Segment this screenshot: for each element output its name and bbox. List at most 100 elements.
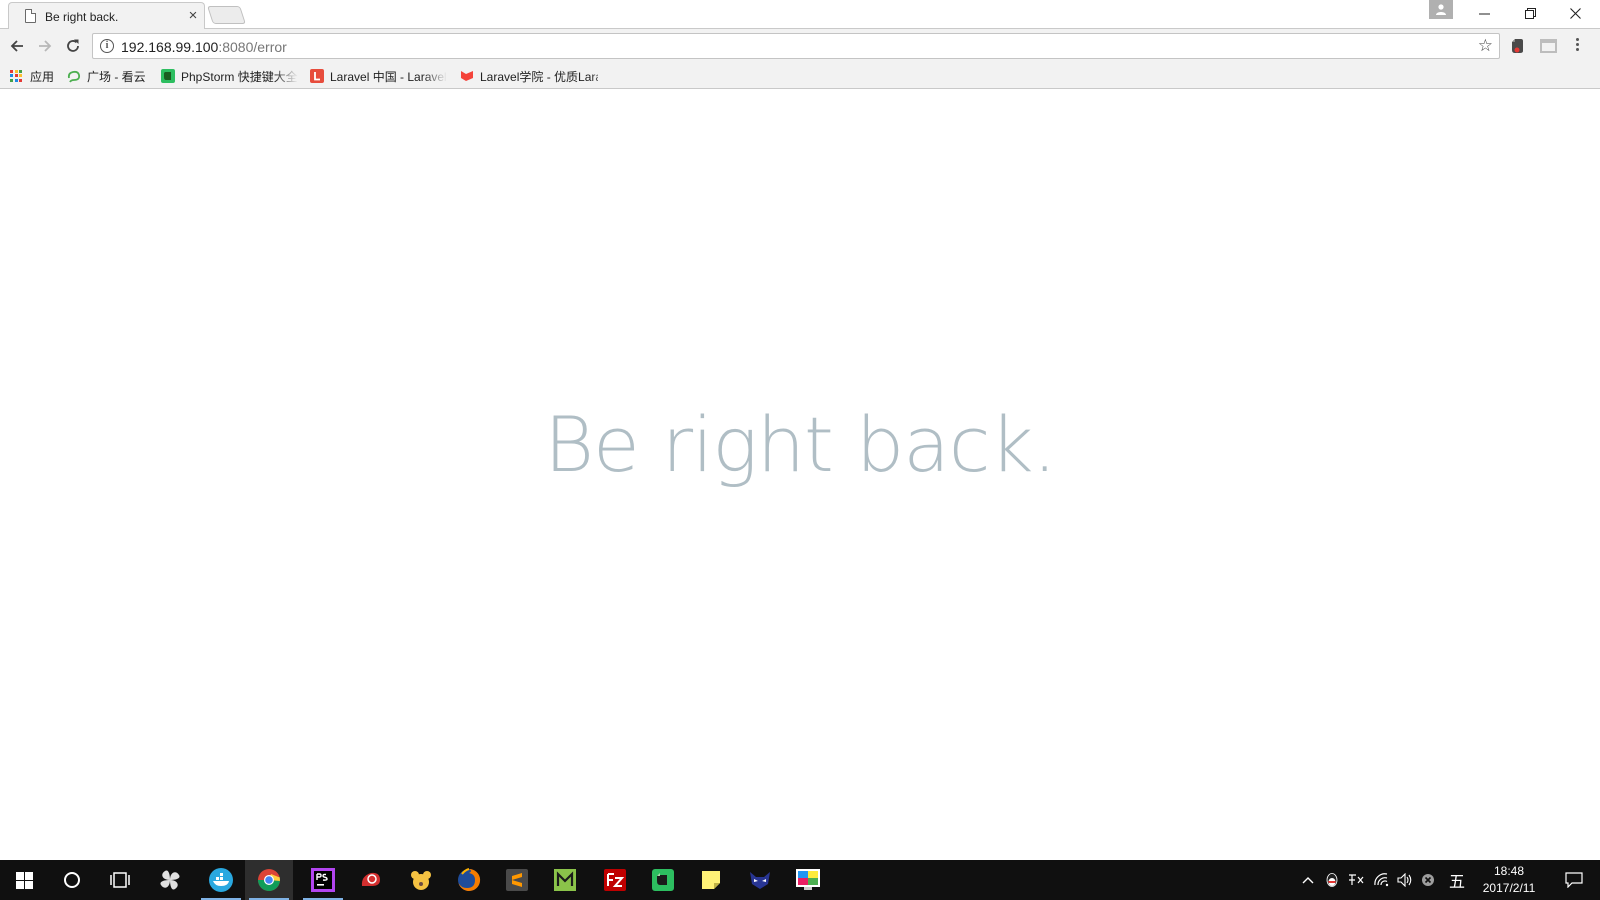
bookmark-label: PhpStorm 快捷键大全 — [181, 69, 298, 84]
reload-icon — [67, 39, 79, 52]
chrome-icon — [257, 869, 280, 892]
taskbar-app-snail[interactable] — [347, 860, 395, 900]
info-icon[interactable]: i — [100, 39, 114, 53]
extension-icon[interactable] — [1540, 39, 1557, 53]
bookmark-label: 广场 - 看云 — [87, 69, 146, 84]
page-favicon-icon — [25, 9, 36, 23]
bear-app-icon — [411, 871, 431, 890]
pinwheel-app-icon — [160, 870, 180, 890]
tray-ime-mode[interactable]: 五 — [1444, 860, 1470, 900]
bookmark-star-icon[interactable]: ☆ — [1478, 37, 1493, 55]
taskbar-app-firefox[interactable] — [445, 860, 493, 900]
window-restore-button[interactable] — [1507, 0, 1553, 27]
hero-mask-icon — [750, 872, 770, 889]
window-minimize-button[interactable] — [1461, 0, 1507, 27]
color-monitor-icon — [796, 869, 820, 890]
url-text: 192.168.99.100:8080/error — [121, 39, 287, 55]
taskbar-app-evernote[interactable] — [639, 860, 687, 900]
taskbar-app-sticky-notes[interactable] — [687, 860, 735, 900]
restore-icon — [1524, 8, 1536, 19]
taskbar-app-docker[interactable] — [197, 860, 245, 900]
bookmarks-bar: 应用 广场 - 看云 PhpStorm 快捷键大全 Laravel 中国 - L… — [0, 63, 1600, 89]
taskbar-app-color-monitor[interactable] — [784, 860, 832, 900]
wifi-icon — [1374, 873, 1389, 887]
profile-avatar-button[interactable] — [1429, 0, 1453, 19]
address-bar[interactable]: i 192.168.99.100:8080/error ☆ — [92, 33, 1500, 59]
ime-icon — [1349, 874, 1364, 885]
action-center-button[interactable] — [1556, 860, 1592, 900]
notification-icon — [1565, 872, 1583, 888]
kancloud-icon — [67, 69, 81, 83]
browser-toolbar: i 192.168.99.100:8080/error ☆ — [0, 29, 1600, 63]
window-close-button[interactable] — [1552, 0, 1598, 27]
taskbar-app-hero[interactable] — [736, 860, 784, 900]
docker-icon — [209, 868, 233, 892]
bookmark-apps[interactable]: 应用 — [10, 66, 60, 86]
bookmark-label: 应用 — [30, 69, 55, 84]
new-tab-button[interactable] — [207, 6, 246, 24]
taskbar-app-chrome[interactable] — [245, 860, 293, 900]
evernote-icon — [652, 869, 674, 891]
bookmark-laravel-china[interactable]: Laravel 中国 - Laravel — [310, 66, 448, 86]
tab-title: Be right back. — [45, 10, 119, 24]
tray-wifi[interactable] — [1369, 860, 1393, 900]
firefox-icon — [458, 868, 481, 891]
taskbar-app-markdown[interactable] — [541, 860, 589, 900]
person-icon — [1436, 4, 1446, 15]
tray-network-off[interactable] — [1416, 860, 1440, 900]
start-button[interactable] — [0, 860, 48, 900]
taskbar-app-phpstorm[interactable] — [299, 860, 347, 900]
sublime-text-icon — [506, 869, 528, 891]
taskbar-app-pinwheel[interactable] — [146, 860, 194, 900]
bookmark-label: Laravel 中国 - Laravel — [330, 69, 447, 84]
windows-taskbar: 五 18:48 2017/2/11 — [0, 860, 1600, 900]
markdown-editor-icon — [554, 869, 576, 891]
forward-icon — [39, 40, 52, 52]
chevron-up-icon — [1302, 877, 1314, 884]
taskbar-app-sublime[interactable] — [493, 860, 541, 900]
tab-strip: Be right back. × — [0, 0, 1600, 30]
forward-button[interactable] — [33, 34, 57, 58]
clock-time: 18:48 — [1493, 864, 1525, 878]
tray-qq-button[interactable] — [1321, 860, 1343, 900]
tray-show-hidden-button[interactable] — [1298, 860, 1318, 900]
menu-icon[interactable] — [1574, 38, 1580, 54]
phpstorm-icon — [311, 868, 335, 892]
qq-penguin-icon — [1326, 873, 1338, 887]
taskbar-app-bear[interactable] — [397, 860, 445, 900]
start-icon — [15, 871, 33, 889]
page-content: Be right back. — [0, 90, 1600, 860]
tab-close-button[interactable]: × — [185, 7, 201, 25]
url-path: :8080/error — [218, 39, 287, 55]
evernote-extension-icon[interactable] — [1509, 38, 1525, 54]
evernote-icon — [161, 69, 175, 83]
task-view-button[interactable] — [96, 860, 144, 900]
tray-ime-language[interactable] — [1344, 860, 1368, 900]
back-button[interactable] — [5, 34, 29, 58]
clock-date: 2017/2/11 — [1482, 881, 1536, 895]
close-icon — [1569, 8, 1581, 19]
reload-button[interactable] — [61, 34, 85, 58]
tab-active[interactable]: Be right back. × — [8, 2, 205, 29]
cortana-icon — [64, 872, 80, 888]
bookmark-laravel-academy[interactable]: Laravel学院 - 优质Laravel — [460, 66, 598, 86]
url-host: 192.168.99.100 — [121, 39, 219, 55]
laravel-l-icon — [310, 69, 324, 83]
circle-x-icon — [1422, 874, 1434, 886]
bookmark-kancloud[interactable]: 广场 - 看云 — [67, 66, 152, 86]
cortana-button[interactable] — [48, 860, 96, 900]
filezilla-icon — [604, 869, 626, 891]
task-view-icon — [110, 872, 130, 888]
taskbar-app-filezilla[interactable] — [591, 860, 639, 900]
apps-grid-icon — [10, 69, 24, 83]
tray-volume[interactable] — [1393, 860, 1417, 900]
minimize-icon — [1478, 13, 1490, 15]
bookmark-label: Laravel学院 - 优质Laravel — [480, 69, 598, 84]
speaker-icon — [1397, 873, 1412, 887]
tray-clock[interactable]: 18:48 2017/2/11 — [1474, 863, 1544, 897]
back-icon — [10, 40, 23, 52]
error-message: Be right back. — [544, 400, 1057, 489]
bookmark-phpstorm-shortcuts[interactable]: PhpStorm 快捷键大全 — [161, 66, 299, 86]
sticky-notes-icon — [702, 871, 720, 889]
laravel-logo-icon — [460, 69, 474, 83]
